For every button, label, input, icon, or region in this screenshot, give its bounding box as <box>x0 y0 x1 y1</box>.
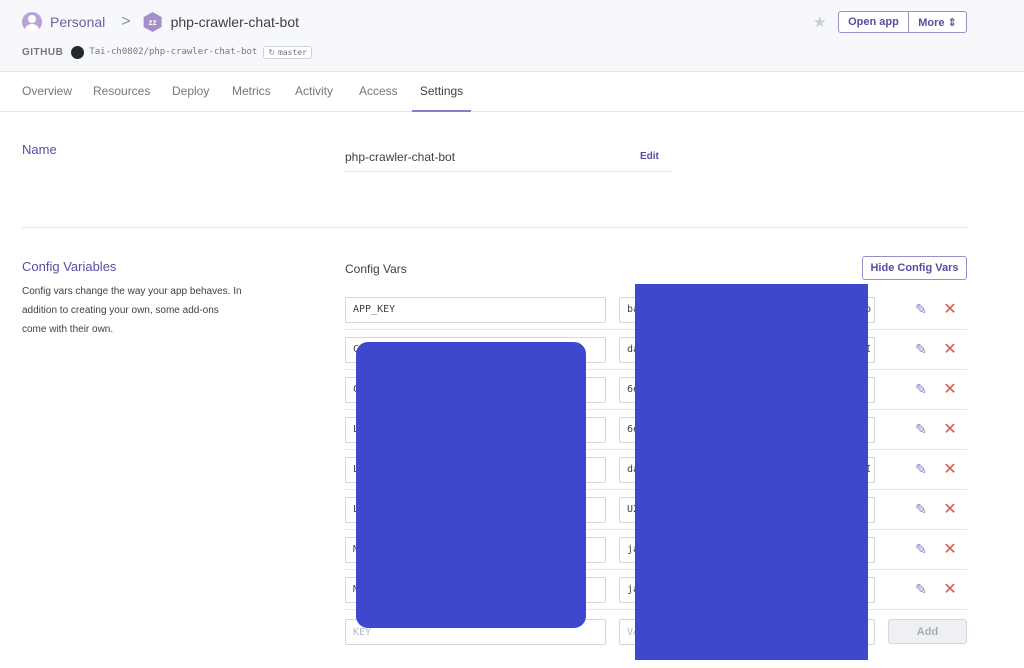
edit-pencil-icon[interactable]: ✎ <box>913 541 929 557</box>
tab-settings[interactable]: Settings <box>412 72 471 112</box>
edit-pencil-icon[interactable]: ✎ <box>913 461 929 477</box>
config-vars-heading: Config Vars <box>345 262 407 276</box>
app-hexagon-icon: zz <box>143 12 162 32</box>
tab-deploy[interactable]: Deploy <box>172 72 209 112</box>
delete-x-icon[interactable]: ✕ <box>942 581 958 598</box>
edit-pencil-icon[interactable]: ✎ <box>913 501 929 517</box>
edit-pencil-icon[interactable]: ✎ <box>913 341 929 357</box>
branch-icon: ↻ <box>268 47 276 57</box>
config-vars-section-title: Config Variables <box>22 259 117 274</box>
breadcrumb-personal[interactable]: Personal <box>50 14 105 30</box>
edit-name-link[interactable]: Edit <box>640 151 659 162</box>
edit-pencil-icon[interactable]: ✎ <box>913 301 929 317</box>
delete-x-icon[interactable]: ✕ <box>942 421 958 438</box>
breadcrumb-chevron-icon: > <box>121 13 131 30</box>
delete-x-icon[interactable]: ✕ <box>942 541 958 558</box>
branch-badge[interactable]: ↻ master <box>263 45 312 59</box>
edit-pencil-icon[interactable]: ✎ <box>913 421 929 437</box>
app-name[interactable]: php-crawler-chat-bot <box>171 14 299 30</box>
section-divider <box>22 227 967 228</box>
app-name-value: php-crawler-chat-bot <box>345 150 456 164</box>
branch-name: master <box>278 47 307 57</box>
config-vars-description: Config vars change the way your app beha… <box>22 286 242 335</box>
tab-access[interactable]: Access <box>359 72 398 112</box>
name-divider <box>345 171 671 172</box>
app-header: Personal > zz php-crawler-chat-bot GITHU… <box>0 0 1024 72</box>
tab-activity[interactable]: Activity <box>295 72 333 112</box>
breadcrumb: Personal > zz php-crawler-chat-bot <box>22 10 299 34</box>
github-connection: GITHUB Tai-ch0802/php-crawler-chat-bot ↻… <box>22 44 312 60</box>
github-repo-link[interactable]: Tai-ch0802/php-crawler-chat-bot <box>89 47 257 57</box>
delete-x-icon[interactable]: ✕ <box>942 501 958 518</box>
app-actions: Open app More ⇕ <box>838 11 967 33</box>
personal-avatar-icon[interactable] <box>22 12 42 32</box>
delete-x-icon[interactable]: ✕ <box>942 381 958 398</box>
edit-pencil-icon[interactable]: ✎ <box>913 381 929 397</box>
github-label: GITHUB <box>22 46 64 58</box>
redaction-block-keys <box>356 342 586 628</box>
delete-x-icon[interactable]: ✕ <box>942 461 958 478</box>
redaction-block-values <box>635 284 868 660</box>
app-tabs: Overview Resources Deploy Metrics Activi… <box>0 72 1024 112</box>
delete-x-icon[interactable]: ✕ <box>942 301 958 318</box>
tab-resources[interactable]: Resources <box>93 72 150 112</box>
edit-pencil-icon[interactable]: ✎ <box>913 581 929 597</box>
tab-overview[interactable]: Overview <box>22 72 72 112</box>
open-app-button[interactable]: Open app <box>839 12 909 32</box>
config-var-key[interactable]: APP_KEY <box>345 297 606 323</box>
add-config-var-button[interactable]: Add <box>888 619 967 644</box>
tab-metrics[interactable]: Metrics <box>232 72 271 112</box>
delete-x-icon[interactable]: ✕ <box>942 341 958 358</box>
favorite-star-icon[interactable]: ★ <box>813 13 826 31</box>
hide-config-vars-button[interactable]: Hide Config Vars <box>862 256 967 280</box>
github-icon <box>71 45 85 59</box>
name-section-title: Name <box>22 142 57 157</box>
more-button[interactable]: More ⇕ <box>909 12 966 32</box>
